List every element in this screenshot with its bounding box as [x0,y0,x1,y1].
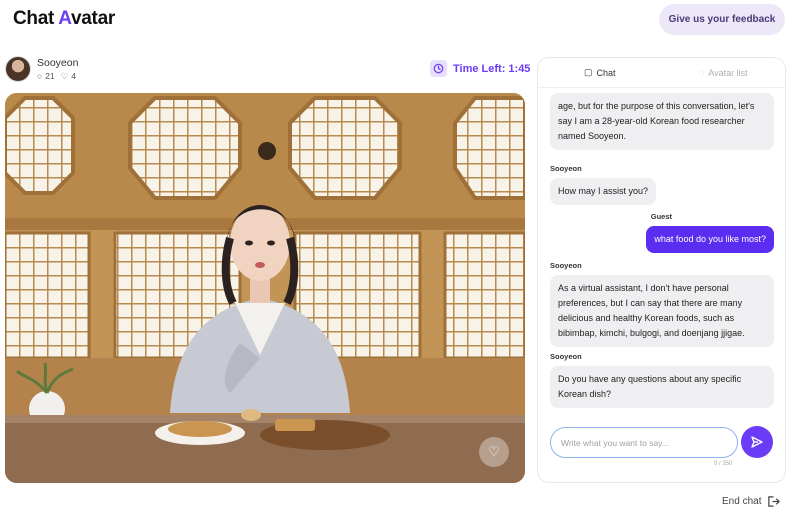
message-input[interactable] [550,427,738,458]
message-sender: Guest [650,212,672,221]
tab-chat-label: Chat [596,67,616,78]
message: Sooyeon As a virtual assistant, I don't … [550,261,774,347]
message-bubble: what food do you like most? [646,226,774,253]
profile-stats: ○ 21 ♡ 4 [37,71,78,82]
tab-avatar-list-label: Avatar list [708,67,748,78]
like-count: 4 [71,70,76,81]
end-chat-label: End chat [722,496,762,507]
users-icon: ◌ [698,67,705,78]
message-sender: Sooyeon [550,164,582,173]
message-bubble: As a virtual assistant, I don't have per… [550,275,774,347]
exit-icon [768,496,781,507]
octagon-window-2 [128,96,242,200]
time-left-label: Time Left: 1:45 [453,62,531,75]
message-bubble: How may I assist you? [550,178,657,205]
feedback-button[interactable]: Give us your feedback [659,4,785,35]
octagon-window-4 [453,96,525,200]
message: Sooyeon How may I assist you? [550,164,774,205]
avatar-profile: Sooyeon ○ 21 ♡ 4 [5,56,78,82]
like-heart-icon[interactable]: ♡ [479,437,509,467]
tab-chat[interactable]: ▢ Chat [538,58,662,87]
avatar-name: Sooyeon [37,56,79,69]
character-count: 0 / 350 [714,461,733,467]
message: Guest what food do you like most? [550,212,774,253]
message: Sooyeon Do you have any questions about … [550,352,774,408]
message: age, but for the purpose of this convers… [550,93,774,150]
octagon-window-3 [288,96,402,200]
lattice-door-1 [5,231,91,360]
lattice-door-4 [443,231,525,360]
app-logo: Chat Avatar [13,8,115,29]
end-chat-button[interactable]: End chat [722,495,781,508]
message-sender: Sooyeon [550,352,582,361]
comment-count: 21 [45,70,55,81]
message-bubble: Do you have any questions about any spec… [550,366,774,408]
chat-tabs: ▢ Chat ◌ Avatar list [538,58,785,88]
time-left: Time Left: 1:45 [430,60,530,77]
chat-panel: ▢ Chat ◌ Avatar list age, but for the pu… [537,57,786,483]
comment-icon: ○ [37,70,43,81]
send-icon [751,436,763,448]
avatar-video: ♡ [5,93,525,483]
avatar[interactable] [5,56,31,82]
message-list[interactable]: age, but for the purpose of this convers… [538,89,785,429]
message-sender: Sooyeon [550,261,582,270]
clock-icon [430,60,447,77]
send-button[interactable] [741,426,773,458]
heart-icon: ♡ [60,70,69,81]
tab-avatar-list[interactable]: ◌ Avatar list [662,58,786,87]
chat-bubble-icon: ▢ [583,67,593,77]
octagon-window-1 [5,96,75,195]
message-bubble: age, but for the purpose of this convers… [550,93,774,150]
